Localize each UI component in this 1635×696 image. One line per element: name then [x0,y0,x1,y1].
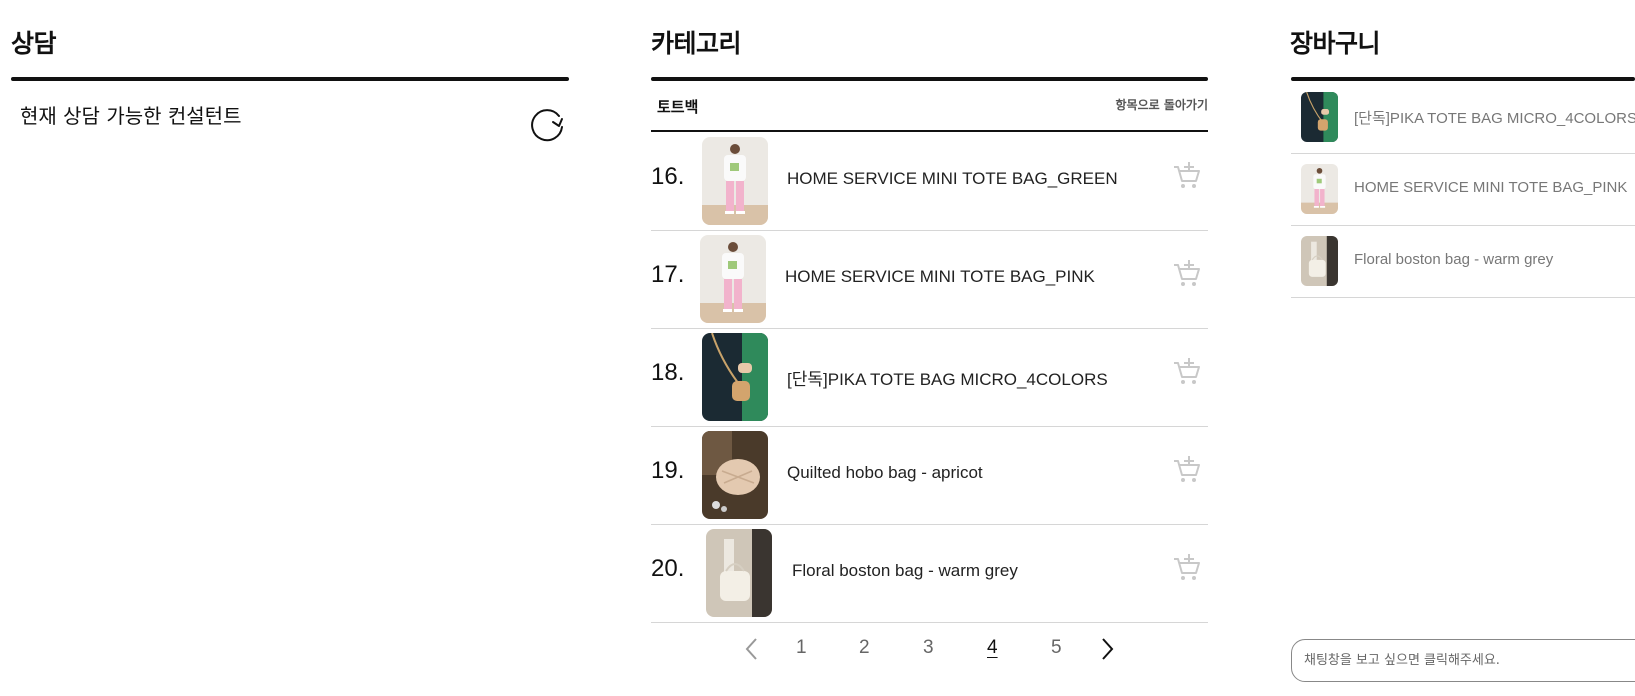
refresh-icon[interactable] [526,103,568,145]
product-thumbnail[interactable] [702,431,768,519]
product-row[interactable]: 17. HOME SERVICE MINI TOTE BAG_PINK [651,231,1208,329]
cart-item[interactable]: Floral boston bag - warm grey [1291,226,1635,298]
cart-list: [단독]PIKA TOTE BAG MICRO_4COLORS HOME SER… [1291,82,1635,298]
consultant-status-text: 현재 상담 가능한 컨설턴트 [20,104,242,128]
product-number: 18. [651,359,685,386]
cart-item[interactable]: HOME SERVICE MINI TOTE BAG_PINK [1291,154,1635,226]
page-4-current[interactable]: 4 [987,637,998,659]
consult-panel-title: 상담 [11,29,57,58]
add-to-cart-icon[interactable] [1172,553,1202,583]
product-name[interactable]: [단독]PIKA TOTE BAG MICRO_4COLORS [787,365,1108,390]
add-to-cart-icon[interactable] [1172,357,1202,387]
cart-item-name[interactable]: Floral boston bag - warm grey [1354,251,1553,268]
pagination: 1 2 3 4 5 [651,636,1208,666]
product-number: 19. [651,457,685,484]
category-divider [651,77,1208,81]
add-to-cart-icon[interactable] [1172,259,1202,289]
product-row[interactable]: 19. Quilted hobo bag - apricot [651,427,1208,525]
product-list: 16. HOME SERVICE MINI TOTE BAG_GREEN 17.… [651,133,1208,623]
product-thumbnail[interactable] [702,333,768,421]
product-number: 16. [651,163,685,190]
back-to-categories-link[interactable]: 항목으로 돌아가기 [1116,96,1209,113]
product-name[interactable]: Floral boston bag - warm grey [792,561,1018,581]
product-row[interactable]: 20. Floral boston bag - warm grey [651,525,1208,623]
category-header: 토트백 항목으로 돌아가기 [651,82,1208,132]
cart-item-name[interactable]: HOME SERVICE MINI TOTE BAG_PINK [1354,179,1627,196]
add-to-cart-icon[interactable] [1172,455,1202,485]
cart-item[interactable]: [단독]PIKA TOTE BAG MICRO_4COLORS [1291,82,1635,154]
page-3[interactable]: 3 [923,637,934,659]
product-number: 20. [651,555,685,582]
product-name[interactable]: HOME SERVICE MINI TOTE BAG_GREEN [787,169,1118,189]
product-name[interactable]: Quilted hobo bag - apricot [787,463,983,483]
product-name[interactable]: HOME SERVICE MINI TOTE BAG_PINK [785,267,1095,287]
chat-open-input[interactable] [1291,639,1635,682]
cart-item-thumbnail[interactable] [1301,164,1338,214]
product-number: 17. [651,261,685,288]
product-row[interactable]: 16. HOME SERVICE MINI TOTE BAG_GREEN [651,133,1208,231]
next-page-icon[interactable] [1098,636,1116,662]
page-1[interactable]: 1 [796,637,807,659]
current-category: 토트백 [657,98,699,116]
cart-item-thumbnail[interactable] [1301,236,1338,286]
page-5[interactable]: 5 [1051,637,1062,659]
page-2[interactable]: 2 [859,637,870,659]
cart-item-name[interactable]: [단독]PIKA TOTE BAG MICRO_4COLORS [1354,107,1635,128]
category-panel-title: 카테고리 [651,29,742,58]
product-thumbnail[interactable] [700,235,766,323]
product-thumbnail[interactable] [702,137,768,225]
cart-divider [1291,77,1635,81]
add-to-cart-icon[interactable] [1172,161,1202,191]
cart-item-thumbnail[interactable] [1301,92,1338,142]
product-thumbnail[interactable] [706,529,772,617]
product-row[interactable]: 18. [단독]PIKA TOTE BAG MICRO_4COLORS [651,329,1208,427]
prev-page-icon[interactable] [743,636,761,662]
consult-divider [11,77,569,81]
cart-panel-title: 장바구니 [1290,29,1381,58]
